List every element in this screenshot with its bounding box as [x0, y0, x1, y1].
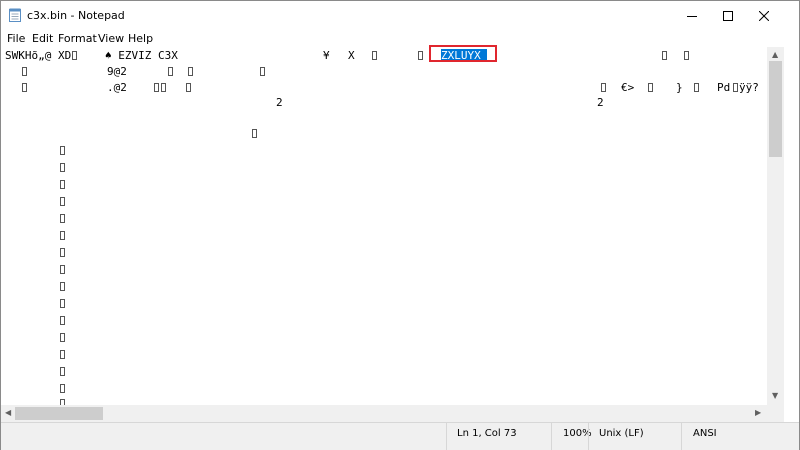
control-glyph [59, 195, 66, 208]
scroll-up-icon[interactable]: ▲ [772, 50, 778, 59]
scroll-down-icon[interactable]: ▼ [772, 391, 778, 400]
menu-help[interactable]: Help [128, 32, 153, 45]
control-glyph [59, 397, 66, 405]
status-position: Ln 1, Col 73 [457, 428, 517, 439]
text-line1-d: X [348, 49, 355, 62]
control-glyph [693, 81, 700, 94]
close-button[interactable] [741, 1, 787, 30]
title-bar[interactable]: c3x.bin - Notepad [1, 1, 799, 30]
control-glyph [732, 81, 739, 94]
text-line4-a: 2 [276, 96, 283, 109]
control-glyph [59, 348, 66, 361]
control-glyph [21, 65, 28, 78]
menu-format[interactable]: Format [58, 32, 97, 45]
status-zoom-cell: 100% [551, 423, 592, 450]
control-glyph [600, 81, 607, 94]
window-title: c3x.bin - Notepad [27, 9, 125, 22]
scroll-left-icon[interactable]: ◀ [5, 408, 11, 417]
text-line3-d: Pd [717, 81, 731, 94]
minimize-icon [687, 15, 697, 17]
menu-bar: File Edit Format View Help [1, 30, 799, 47]
text-line3-e: ÿÿ? [739, 81, 759, 94]
control-glyph [59, 178, 66, 191]
status-line-endings-cell: Unix (LF) [588, 423, 681, 450]
control-glyph [59, 144, 66, 157]
notepad-app-icon [9, 8, 21, 22]
menu-view[interactable]: View [98, 32, 124, 45]
control-glyph [259, 65, 266, 78]
scrollbar-corner [767, 405, 784, 422]
text-line1-a: SWKHõ„@ XD [5, 49, 72, 62]
control-glyph [59, 161, 66, 174]
control-glyph [59, 212, 66, 225]
horizontal-scroll-thumb[interactable] [15, 407, 103, 420]
highlight-annotation-box [429, 45, 497, 62]
control-glyph [59, 263, 66, 276]
status-line-endings: Unix (LF) [599, 428, 644, 439]
menu-edit[interactable]: Edit [32, 32, 53, 45]
status-encoding: ANSI [693, 428, 717, 439]
status-encoding-cell: ANSI [681, 423, 782, 450]
control-glyph [59, 280, 66, 293]
control-glyph [71, 49, 78, 62]
control-glyph [59, 297, 66, 310]
control-glyph [185, 81, 192, 94]
status-position-cell: Ln 1, Col 73 [446, 423, 551, 450]
control-glyph [371, 49, 378, 62]
text-editor[interactable]: SWKHõ„@ XD ♠ EZVIZ C3X ¥ X ZXLUYX 9@2 .@… [1, 47, 767, 405]
text-line1-c: ¥ [323, 49, 330, 62]
scroll-right-icon[interactable]: ▶ [755, 408, 761, 417]
control-glyph [59, 331, 66, 344]
control-glyph [683, 49, 690, 62]
control-glyph [59, 365, 66, 378]
control-glyph [251, 127, 258, 140]
text-line3-a: .@2 [107, 81, 127, 94]
control-glyph [59, 246, 66, 259]
menu-file[interactable]: File [7, 32, 25, 45]
vertical-scroll-thumb[interactable] [769, 61, 782, 157]
maximize-icon [723, 10, 733, 21]
notepad-window: c3x.bin - Notepad File Edit Format View … [0, 0, 800, 450]
control-glyph [59, 314, 66, 327]
horizontal-scrollbar[interactable]: ◀ ▶ [1, 405, 767, 422]
close-icon [759, 10, 769, 21]
control-glyph [417, 49, 424, 62]
status-bar: Ln 1, Col 73 100% Unix (LF) ANSI [1, 422, 799, 450]
text-line3-c: } [676, 81, 683, 94]
control-glyph [647, 81, 654, 94]
vertical-scrollbar[interactable]: ▲ ▼ [767, 47, 784, 405]
control-glyph [59, 382, 66, 395]
control-glyph [187, 65, 194, 78]
control-glyph [153, 81, 167, 94]
control-glyph [167, 65, 174, 78]
text-line4-b: 2 [597, 96, 604, 109]
control-glyph [21, 81, 28, 94]
control-glyph [661, 49, 668, 62]
text-line1-b: ♠ EZVIZ C3X [105, 49, 178, 62]
text-line3-b: €> [621, 81, 635, 94]
text-line2-a: 9@2 [107, 65, 127, 78]
control-glyph [59, 229, 66, 242]
